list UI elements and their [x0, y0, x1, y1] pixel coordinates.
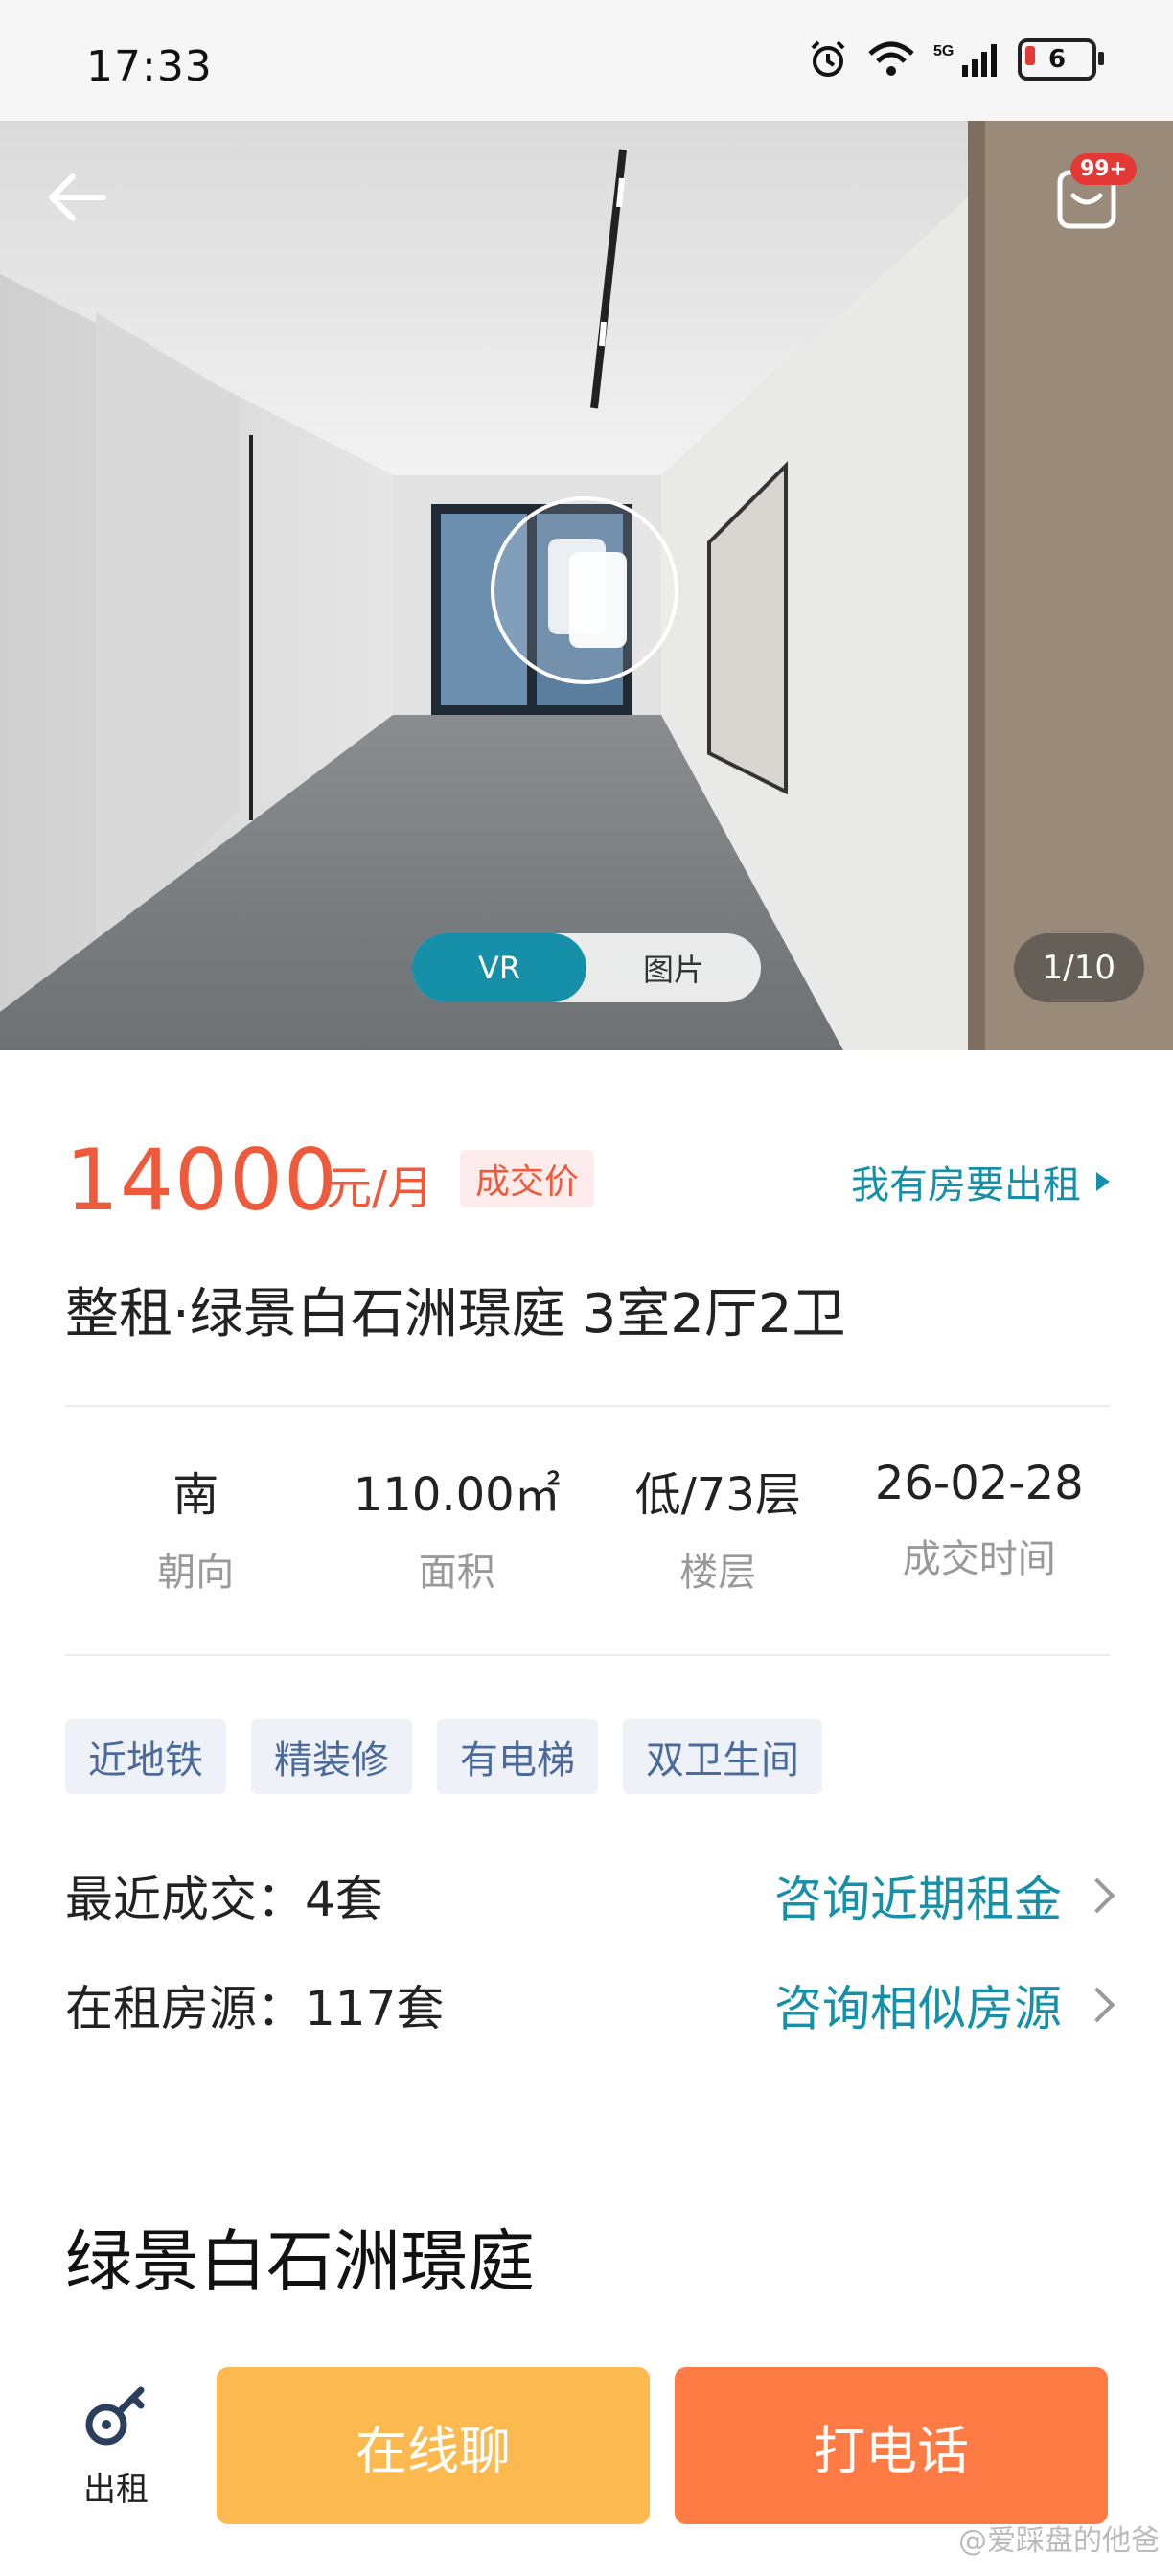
- ask-recent-rent-label: 咨询近期租金: [774, 1872, 1062, 1927]
- price-value: 14000: [65, 1131, 338, 1230]
- watermark: @爱踩盘的他爸: [958, 2524, 1160, 2558]
- battery-level: 6: [1047, 45, 1067, 74]
- price-unit: 元/月: [326, 1162, 434, 1215]
- battery-icon: 6: [1018, 38, 1104, 80]
- chevron-right-icon: [1079, 1877, 1116, 1914]
- triangle-right-icon: [1096, 1172, 1110, 1191]
- community-section-title: 绿景白石洲璟庭: [65, 2222, 535, 2301]
- tab-vr[interactable]: VR: [412, 933, 586, 1002]
- rent-out-button-label: 出租: [83, 2471, 149, 2509]
- key-icon: [85, 2386, 145, 2446]
- ask-similar-label: 咨询相似房源: [774, 1981, 1062, 2036]
- divider: [65, 1654, 1110, 1656]
- feature-tag: 有电梯: [437, 1719, 598, 1794]
- stat-orientation: 南 朝向: [65, 1457, 327, 1600]
- back-arrow-icon[interactable]: [38, 159, 115, 236]
- photo-counter: 1/10: [1013, 933, 1144, 1002]
- stat-label: 面积: [418, 1551, 495, 1595]
- rent-out-button[interactable]: 出租: [63, 2379, 169, 2513]
- recent-deals-row: 最近成交：4套 咨询近期租金: [65, 1861, 1116, 1930]
- deal-price-tag: 成交价: [460, 1150, 595, 1208]
- vr-view-icon[interactable]: [489, 494, 680, 686]
- ask-similar-listings-link[interactable]: 咨询相似房源: [774, 1970, 1116, 2039]
- wifi-icon: [868, 41, 914, 76]
- ask-recent-rent-link[interactable]: 咨询近期租金: [774, 1861, 1116, 1930]
- svg-text:5G: 5G: [933, 43, 954, 59]
- stat-label: 朝向: [157, 1551, 235, 1595]
- listing-title: 整租·绿景白石洲璟庭 3室2厅2卫: [65, 1283, 846, 1346]
- message-count-badge: 99+: [1070, 153, 1137, 185]
- stat-label: 成交时间: [902, 1537, 1056, 1581]
- stat-value: 26-02-28: [874, 1457, 1084, 1510]
- call-button[interactable]: 打电话: [675, 2367, 1108, 2524]
- rent-out-link[interactable]: 我有房要出租: [851, 1154, 1110, 1209]
- on-rent-row: 在租房源：117套 咨询相似房源: [65, 1970, 1116, 2039]
- stat-floor: 低/73层 楼层: [587, 1457, 849, 1600]
- rent-out-label: 我有房要出租: [851, 1163, 1081, 1208]
- stat-deal-date: 26-02-28 成交时间: [849, 1457, 1111, 1600]
- status-time: 17:33: [86, 42, 213, 91]
- tab-photos[interactable]: 图片: [586, 933, 761, 1002]
- alarm-icon: [811, 40, 845, 77]
- bottom-action-bar: 出租 在线聊 打电话 @爱踩盘的他爸: [0, 2338, 1173, 2576]
- feature-tag: 近地铁: [65, 1719, 226, 1794]
- status-bar: 17:33 5G 6: [0, 0, 1173, 121]
- feature-tags: 近地铁 精装修 有电梯 双卫生间: [65, 1719, 822, 1794]
- recent-deals-label: 最近成交：4套: [65, 1872, 383, 1927]
- stat-label: 楼层: [679, 1551, 757, 1595]
- stat-value: 110.00㎡: [353, 1468, 561, 1522]
- on-rent-label: 在租房源：117套: [65, 1981, 445, 2036]
- stat-value: 低/73层: [634, 1468, 801, 1522]
- stat-area: 110.00㎡ 面积: [327, 1457, 588, 1600]
- feature-tag: 双卫生间: [623, 1719, 822, 1794]
- price-row: 14000 元/月 成交价 我有房要出租: [65, 1131, 1110, 1230]
- listing-stats: 南 朝向 110.00㎡ 面积 低/73层 楼层 26-02-28 成交时间: [65, 1457, 1110, 1600]
- status-icons: 5G 6: [807, 38, 1104, 80]
- online-chat-button[interactable]: 在线聊: [217, 2367, 650, 2524]
- stat-value: 南: [172, 1468, 219, 1522]
- chevron-right-icon: [1079, 1987, 1116, 2023]
- signal-5g-icon: 5G: [933, 43, 997, 77]
- divider: [65, 1405, 1110, 1407]
- media-toggle: VR 图片: [412, 933, 761, 1002]
- listing-hero-image[interactable]: 99+ VR 图片 1/10: [0, 121, 1173, 1050]
- feature-tag: 精装修: [251, 1719, 412, 1794]
